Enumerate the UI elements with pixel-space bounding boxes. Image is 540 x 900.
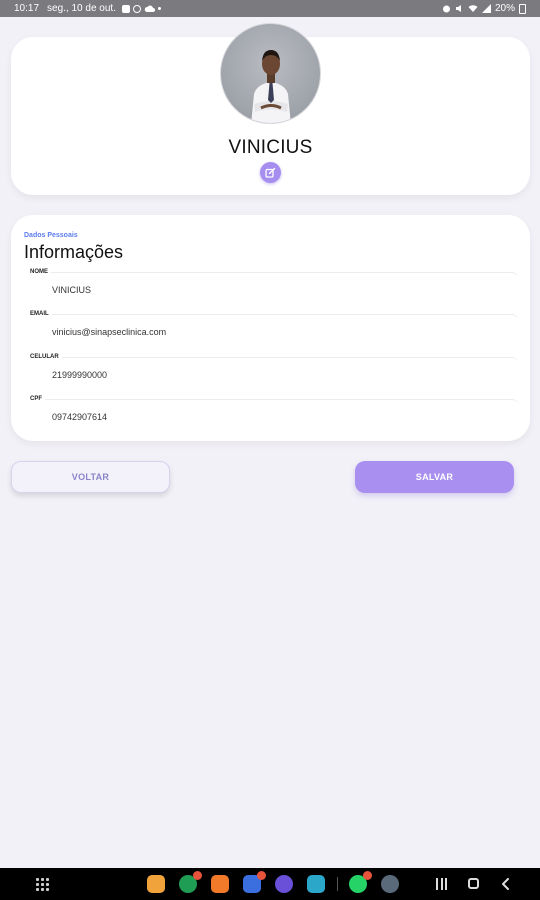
gallery-icon [121,4,130,13]
section-title: Informações [24,242,124,262]
cpf-label: CPF [30,396,45,402]
phone-field[interactable]: CELULAR 21999990000 [30,354,518,393]
section-kicker: Dados Pessoais [24,232,78,239]
home-button[interactable] [468,878,479,889]
phone-app-icon[interactable] [179,871,202,893]
internet-app-icon[interactable] [275,875,293,893]
edit-profile-button[interactable] [260,162,281,183]
phone-input[interactable]: 21999990000 [52,370,492,380]
status-date: seg., 10 de out. [47,3,116,14]
messages-app-icon[interactable] [243,871,266,893]
notification-badge [257,871,266,880]
name-field[interactable]: NOME VINICIUS [30,269,518,308]
status-bar: 10:17 seg., 10 de out. 20% [0,0,540,17]
wifi-icon [468,5,478,12]
profile-card: VINICIUS [11,23,530,195]
personal-info-card: Dados Pessoais Informações NOME VINICIUS… [11,215,530,441]
gallery-app-icon[interactable] [307,875,325,893]
settings-app-icon[interactable] [381,875,399,893]
system-nav-bar [0,868,540,900]
mute-icon [455,5,461,12]
phone-label: CELULAR [30,354,62,360]
taskbar-separator [337,877,338,891]
more-notifications-icon [157,7,161,10]
person-photo-icon [251,50,291,123]
name-label: NOME [30,269,51,275]
profile-name: VINICIUS [228,137,313,158]
notification-badge [363,871,372,880]
recents-button[interactable] [436,878,447,890]
save-button[interactable]: SALVAR [355,461,514,493]
signal-icon [481,4,491,13]
dnd-icon [132,4,141,13]
cloud-icon [144,5,155,12]
profile-avatar [220,23,321,124]
notification-badge [193,871,202,880]
email-app-icon[interactable] [147,875,165,893]
email-field[interactable]: EMAIL vinicius@sinapseclinica.com [30,311,518,350]
contacts-app-icon[interactable] [211,875,229,893]
notification-icons [121,4,161,13]
alarm-icon [442,5,450,13]
cpf-input[interactable]: 09742907614 [52,412,492,422]
edit-icon [265,167,276,178]
name-input[interactable]: VINICIUS [52,285,492,295]
whatsapp-app-icon[interactable] [349,871,372,893]
cpf-field[interactable]: CPF 09742907614 [30,396,518,435]
email-label: EMAIL [30,311,52,317]
back-nav-icon[interactable] [500,878,512,890]
back-button[interactable]: VOLTAR [11,461,170,493]
status-time: 10:17 [14,3,40,14]
system-icons: 20% [442,3,526,14]
app-drawer-icon[interactable] [36,878,49,891]
email-input[interactable]: vinicius@sinapseclinica.com [52,327,492,337]
battery-percent: 20% [494,3,515,14]
battery-icon [519,3,526,14]
